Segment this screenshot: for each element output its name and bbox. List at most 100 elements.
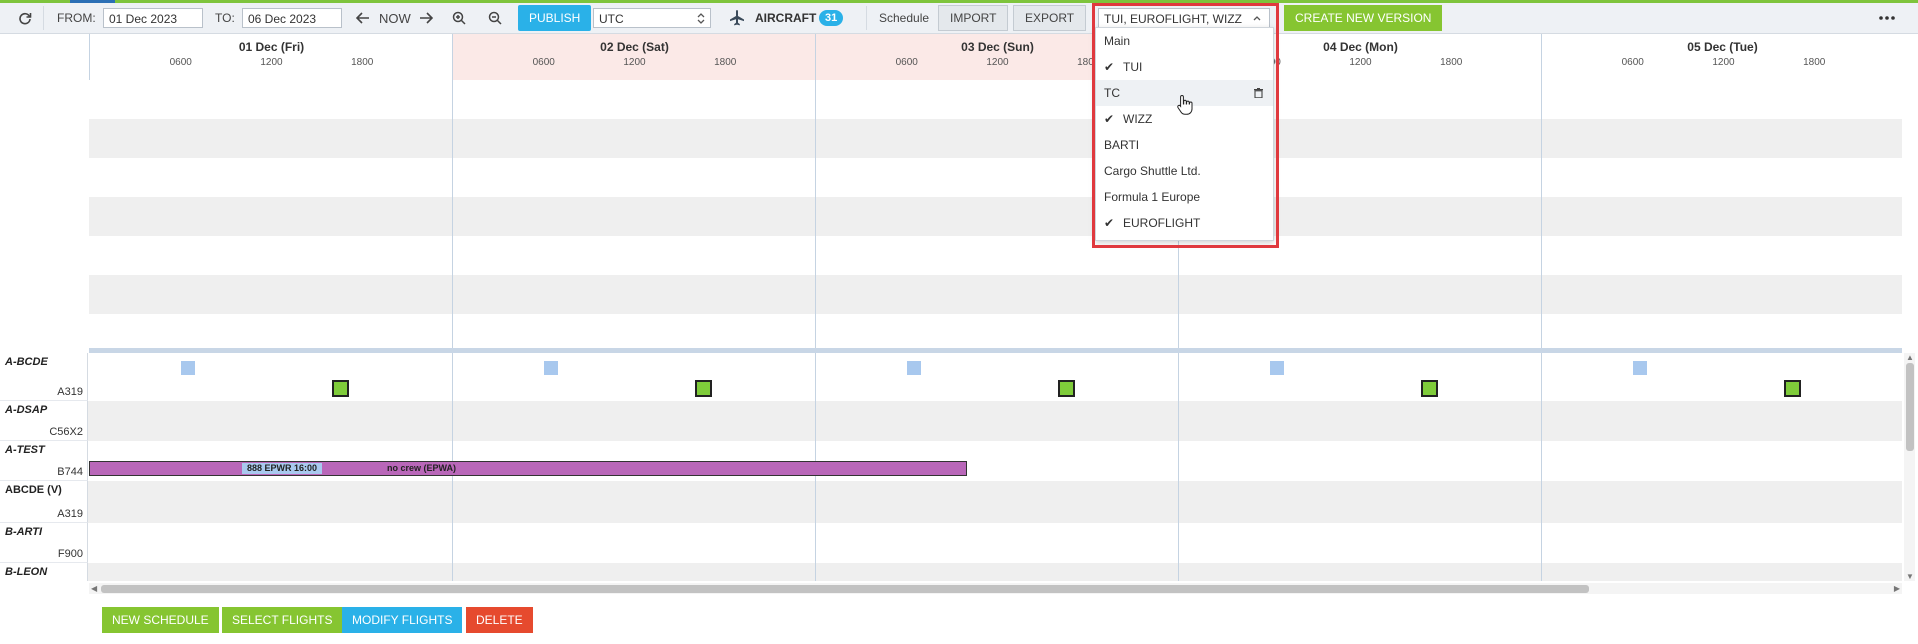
flight-marker[interactable]	[1421, 380, 1438, 397]
aircraft-registration: ABCDE (V)	[5, 484, 62, 496]
toolbar-divider	[43, 6, 44, 30]
modify-flights-button[interactable]: MODIFY FLIGHTS	[342, 607, 463, 633]
from-date-input[interactable]: 01 Dec 2023	[103, 8, 203, 28]
aircraft-row[interactable]: B-LEON	[0, 563, 1902, 581]
day-column-header: 01 Dec (Fri) 0600 1200 1800	[89, 34, 453, 80]
sort-arrows-icon	[697, 13, 705, 24]
aircraft-type: F900	[57, 548, 83, 560]
aircraft-row[interactable]: A-DSAP C56X2	[0, 401, 1902, 441]
hour-tick-label: 1800	[1440, 57, 1463, 68]
now-button[interactable]: NOW	[379, 11, 411, 26]
day-column-header: 05 Dec (Tue) 0600 1200 1800	[1541, 34, 1903, 80]
hour-tick-label: 1800	[1803, 57, 1826, 68]
create-new-version-button[interactable]: CREATE NEW VERSION	[1284, 5, 1443, 31]
refresh-button[interactable]	[18, 3, 32, 33]
arrow-left-icon	[356, 12, 369, 24]
annotation-highlight-box	[1092, 3, 1279, 248]
toolbar-divider	[866, 6, 867, 30]
aircraft-registration: A-TEST	[5, 444, 45, 456]
day-divider	[1541, 80, 1542, 348]
horizontal-scroll-thumb[interactable]	[101, 585, 1589, 593]
duty-marker[interactable]	[1633, 361, 1647, 375]
delete-button[interactable]: DELETE	[466, 607, 533, 633]
schedule-label: Schedule	[879, 11, 930, 25]
from-label: FROM:	[57, 11, 96, 25]
aircraft-label-cell[interactable]: A-TEST B744	[0, 441, 88, 481]
aircraft-row[interactable]: B-ARTI F900	[0, 523, 1902, 563]
to-date-input[interactable]: 06 Dec 2023	[242, 8, 342, 28]
aircraft-rows: A-BCDE A319 A-DSAP C56X2 A-TEST B744 ABCDE (V)…	[0, 353, 1902, 581]
aircraft-row[interactable]: A-BCDE A319	[0, 353, 1902, 401]
toolbar: FROM: 01 Dec 2023 TO: 06 Dec 2023 NOW PU…	[0, 3, 1918, 34]
aircraft-label-cell[interactable]: B-ARTI F900	[0, 523, 88, 563]
timeline-row	[89, 275, 1902, 314]
day-divider	[1178, 353, 1179, 581]
timeline-row	[89, 119, 1902, 158]
unassigned-area[interactable]	[89, 80, 1902, 348]
aircraft-count-badge: 31	[819, 10, 844, 26]
flight-marker[interactable]	[1784, 380, 1801, 397]
hour-tick-label: 1200	[1712, 57, 1735, 68]
scroll-left-icon[interactable]: ◀	[91, 584, 97, 593]
flight-marker[interactable]	[332, 380, 349, 397]
timeline-row	[89, 236, 1902, 275]
timeline-row	[89, 314, 1902, 348]
flight-bar-label: no crew (EPWA)	[387, 463, 457, 473]
aircraft-label-cell[interactable]: A-BCDE A319	[0, 353, 88, 401]
timezone-select[interactable]: UTC	[593, 8, 711, 28]
more-menu-button[interactable]	[1879, 3, 1895, 33]
aircraft-label-cell[interactable]: A-DSAP C56X2	[0, 401, 88, 441]
flight-bar[interactable]: 888 EPWR 16:00 no crew (EPWA)	[89, 461, 967, 476]
new-schedule-button[interactable]: NEW SCHEDULE	[102, 607, 219, 633]
import-button[interactable]: IMPORT	[938, 5, 1009, 31]
timeline-header: 01 Dec (Fri) 0600 1200 1800 02 Dec (Sat) 0600…	[89, 34, 1902, 81]
aircraft-toggle[interactable]	[728, 3, 746, 33]
flight-tag: 888 EPWR 16:00	[242, 463, 323, 474]
scroll-down-icon[interactable]: ▼	[1906, 572, 1914, 581]
aircraft-type: A319	[57, 386, 83, 398]
aircraft-row[interactable]: ABCDE (V) A319	[0, 481, 1902, 523]
zoom-out-button[interactable]	[488, 3, 502, 33]
timezone-value: UTC	[599, 12, 624, 26]
hour-tick-label: 1200	[623, 57, 646, 68]
vertical-scroll-thumb[interactable]	[1906, 363, 1914, 451]
previous-button[interactable]	[356, 3, 370, 33]
flight-marker[interactable]	[695, 380, 712, 397]
zoom-out-icon	[488, 11, 502, 25]
hour-tick-label: 1800	[351, 57, 374, 68]
select-flights-button[interactable]: SELECT FLIGHTS	[222, 607, 343, 633]
refresh-icon	[19, 12, 32, 25]
to-label: TO:	[215, 11, 235, 25]
vertical-scrollbar[interactable]: ▲ ▼	[1904, 353, 1915, 581]
ellipsis-icon	[1879, 16, 1895, 20]
arrow-right-icon	[420, 12, 433, 24]
next-button[interactable]	[419, 3, 433, 33]
publish-button[interactable]: PUBLISH	[518, 5, 592, 31]
timeline-row	[89, 197, 1902, 236]
duty-marker[interactable]	[1270, 361, 1284, 375]
aircraft-type: C56X2	[49, 426, 83, 438]
aircraft-label-cell[interactable]: ABCDE (V) A319	[0, 481, 88, 523]
hour-tick-label: 0600	[895, 57, 918, 68]
aircraft-registration: B-ARTI	[5, 526, 43, 538]
day-column-header: 02 Dec (Sat) 0600 1200 1800	[452, 34, 816, 80]
timeline-row	[89, 80, 1902, 119]
flight-marker[interactable]	[1058, 380, 1075, 397]
export-button[interactable]: EXPORT	[1013, 5, 1087, 31]
zoom-in-button[interactable]	[452, 3, 466, 33]
hour-tick-label: 1200	[986, 57, 1009, 68]
horizontal-scrollbar[interactable]: ◀ ▶	[89, 583, 1902, 594]
hour-tick-label: 0600	[532, 57, 555, 68]
scroll-right-icon[interactable]: ▶	[1894, 584, 1900, 593]
hour-tick-label: 0600	[1621, 57, 1644, 68]
duty-marker[interactable]	[544, 361, 558, 375]
duty-marker[interactable]	[907, 361, 921, 375]
hour-tick-label: 1200	[260, 57, 283, 68]
day-title: 05 Dec (Tue)	[1687, 40, 1758, 54]
day-divider	[452, 80, 453, 348]
scroll-up-icon[interactable]: ▲	[1906, 353, 1914, 362]
aircraft-label-cell[interactable]: B-LEON	[0, 563, 88, 581]
aircraft-registration: B-LEON	[5, 566, 48, 578]
duty-marker[interactable]	[181, 361, 195, 375]
day-title: 02 Dec (Sat)	[600, 40, 669, 54]
